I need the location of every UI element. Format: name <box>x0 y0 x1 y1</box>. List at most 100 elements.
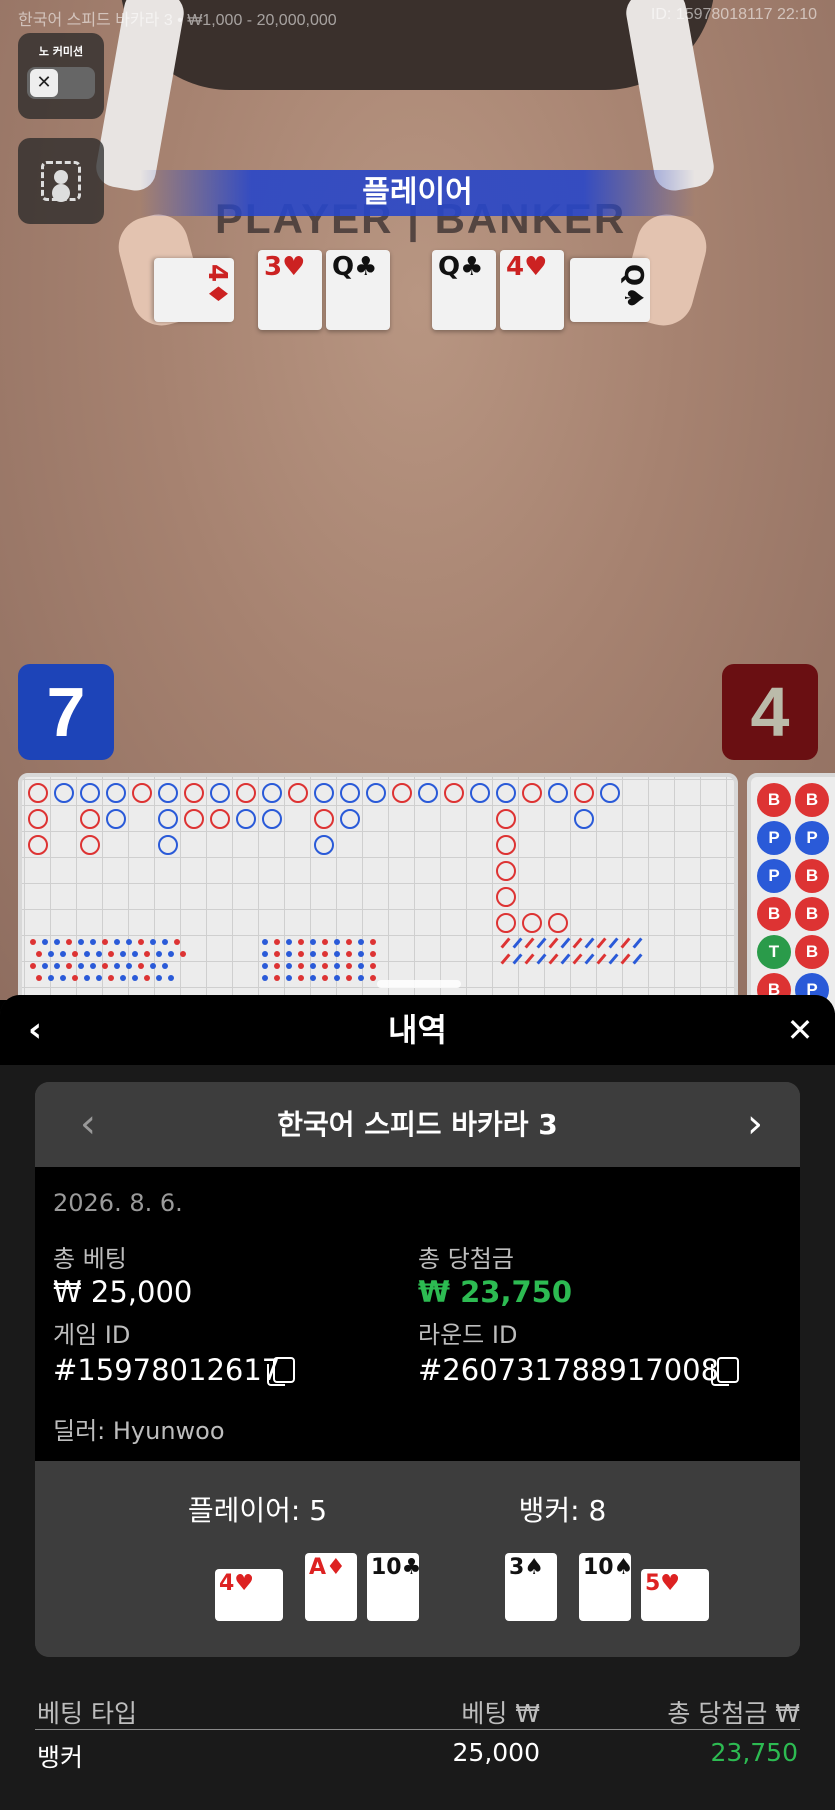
derived-road-dot <box>60 975 66 981</box>
banker-ring <box>496 809 516 829</box>
derived-road-dot <box>144 975 150 981</box>
derived-road-dot <box>346 951 352 957</box>
playing-card: 3♠ <box>505 1553 557 1621</box>
win-amount-cell: 23,750 <box>710 1738 798 1767</box>
derived-road-dot <box>162 939 168 945</box>
cockroach-road-slash <box>596 953 607 965</box>
video-view-button[interactable] <box>18 138 104 224</box>
derived-road-dot <box>156 975 162 981</box>
bead-t: T <box>757 935 791 969</box>
bead-b: B <box>757 897 791 931</box>
player-ring <box>314 835 334 855</box>
derived-road-dot <box>286 975 292 981</box>
bead-b: B <box>795 897 829 931</box>
player-ring <box>106 809 126 829</box>
derived-road-dot <box>114 939 120 945</box>
banker-ring <box>496 835 516 855</box>
derived-road-dot <box>96 975 102 981</box>
banker-card-3: Q♠ <box>570 258 650 322</box>
prev-round-icon[interactable]: ‹ <box>63 1099 113 1149</box>
derived-road-dot <box>286 951 292 957</box>
player-ring <box>236 809 256 829</box>
player-ring <box>158 783 178 803</box>
bet-type-cell: 뱅커 <box>37 1743 84 1772</box>
derived-road-dot <box>358 951 364 957</box>
player-ring <box>158 835 178 855</box>
bead-b: B <box>757 783 791 817</box>
banker-ring <box>236 783 256 803</box>
banker-ring <box>574 783 594 803</box>
cockroach-road-slash <box>536 937 547 949</box>
player-ring <box>574 809 594 829</box>
derived-road-dot <box>66 939 72 945</box>
copy-icon[interactable] <box>711 1357 739 1386</box>
derived-road-dot <box>168 975 174 981</box>
cockroach-road-slash <box>572 937 583 949</box>
banker-ring <box>522 783 542 803</box>
total-bet-value: ₩ 25,000 <box>53 1275 193 1309</box>
derived-road-dot <box>322 939 328 945</box>
derived-road-dot <box>48 975 54 981</box>
cockroach-road-slash <box>560 953 571 965</box>
derived-road-dot <box>334 939 340 945</box>
derived-road-dot <box>274 939 280 945</box>
player-ring <box>262 809 282 829</box>
winner-banner: 플레이어 <box>140 170 695 216</box>
derived-road-dot <box>262 975 268 981</box>
derived-road-dot <box>138 963 144 969</box>
derived-road-dot <box>156 951 162 957</box>
derived-road-dot <box>108 951 114 957</box>
cockroach-road-slash <box>500 937 511 949</box>
derived-road-dot <box>78 939 84 945</box>
game-id-value: #15978012617 <box>53 1353 281 1387</box>
banker-ring <box>496 861 516 881</box>
derived-road-dot <box>358 963 364 969</box>
playing-card: 5♥ <box>641 1569 709 1621</box>
derived-road-dot <box>108 975 114 981</box>
player-ring <box>340 783 360 803</box>
bead-p: P <box>757 821 791 855</box>
derived-road-dot <box>36 951 42 957</box>
player-ring <box>600 783 620 803</box>
cockroach-road-slash <box>548 937 559 949</box>
total-win-label: 총 당첨금 <box>418 1245 514 1273</box>
banker-ring <box>496 887 516 907</box>
player-ring <box>210 783 230 803</box>
cockroach-road-slash <box>584 953 595 965</box>
bead-road-roadmap[interactable]: BBPPPBBBTBBP <box>747 773 835 1013</box>
derived-road-dot <box>36 975 42 981</box>
copy-icon[interactable] <box>267 1357 295 1386</box>
toggle-switch[interactable]: ✕ <box>27 67 95 99</box>
drag-handle[interactable] <box>377 980 461 988</box>
next-round-icon[interactable]: › <box>730 1099 780 1149</box>
derived-road-dot <box>310 951 316 957</box>
player-ring <box>366 783 386 803</box>
cockroach-road-slash <box>524 953 535 965</box>
derived-road-dot <box>138 939 144 945</box>
table-info: 한국어 스피드 바카라 3 • ₩1,000 - 20,000,000 <box>18 12 337 29</box>
bead-p: P <box>757 859 791 893</box>
derived-road-dot <box>84 975 90 981</box>
derived-road-dot <box>168 951 174 957</box>
panel-title: 내역 <box>388 1011 447 1049</box>
derived-road-dot <box>310 939 316 945</box>
banker-result: 뱅커: 8 <box>518 1494 607 1527</box>
player-ring <box>470 783 490 803</box>
big-road-roadmap[interactable] <box>18 773 738 1013</box>
derived-road-dot <box>262 951 268 957</box>
banker-ring <box>444 783 464 803</box>
no-commission-toggle[interactable]: 노 커미션 ✕ <box>18 33 104 119</box>
cockroach-road-slash <box>512 953 523 965</box>
close-icon[interactable]: ✕ <box>775 1005 825 1055</box>
cockroach-road-slash <box>548 953 559 965</box>
banker-ring <box>548 913 568 933</box>
derived-road-dot <box>358 975 364 981</box>
round-detail-card: ‹ 한국어 스피드 바카라 3 › 2026. 8. 6. 총 베팅 ₩ 25,… <box>35 1082 800 1657</box>
cockroach-road-slash <box>584 937 595 949</box>
derived-road-dot <box>162 963 168 969</box>
derived-road-dot <box>126 963 132 969</box>
derived-road-dot <box>150 963 156 969</box>
derived-road-dot <box>310 975 316 981</box>
derived-road-dot <box>66 963 72 969</box>
derived-road-dot <box>262 963 268 969</box>
